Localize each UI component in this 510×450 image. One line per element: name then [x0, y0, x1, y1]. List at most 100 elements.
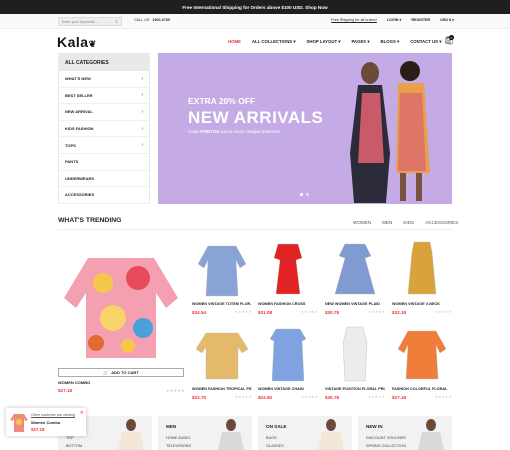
product-price: $22.70 [192, 395, 207, 400]
promo-text[interactable]: Free International Shipping for Orders a… [182, 5, 327, 10]
sidebar-item-underwears[interactable]: UNDERWEARS [59, 171, 149, 188]
product-image[interactable] [192, 323, 252, 383]
sidebar-item-whats-new[interactable]: WHAT'S NEW › [59, 71, 149, 88]
product-image[interactable] [325, 238, 385, 298]
nav-shop-layout[interactable]: SHOP LAYOUT ▾ [307, 39, 341, 45]
product-image[interactable] [192, 238, 252, 298]
sidebar-item-tops[interactable]: TOPS › [59, 137, 149, 154]
panel-link[interactable]: BAGS [266, 436, 277, 440]
tab-accessories[interactable]: ACCESSORIES [425, 220, 458, 225]
sidebar-item-new-arrival[interactable]: NEW ARRIVAL › [59, 104, 149, 121]
product-card[interactable]: WOMEN VINTAGE CHAIN $24.60 ★★★★★ [258, 323, 318, 400]
nav-blogs[interactable]: BLOGS ▾ [381, 39, 400, 45]
popup-product-name[interactable]: Women Combo [31, 420, 60, 425]
sidebar-item-accessories[interactable]: ACCESSORIES [59, 187, 149, 204]
register-link[interactable]: REGISTER [411, 18, 430, 22]
product-price: $32.18 [392, 310, 407, 315]
product-name[interactable]: WOMEN FASHION CROSS [258, 302, 318, 306]
panel-link[interactable]: BOTTOM [66, 444, 82, 448]
panel-link[interactable]: HOME AUDIO [166, 436, 190, 440]
product-name[interactable]: WOMEN COMBO [58, 380, 90, 385]
product-price: $27.18 [392, 395, 407, 400]
panel-link[interactable]: GLASSES [266, 444, 284, 448]
product-card[interactable]: FASHION COLORFUL FLORAL $27.18 ★★★★★ [392, 323, 452, 400]
sidebar-item-kids-fashion[interactable]: KIDS FASHION › [59, 121, 149, 138]
product-image[interactable] [325, 323, 385, 383]
category-panel[interactable]: ON SALE BAGS GLASSES [258, 416, 352, 450]
category-panel[interactable]: MEN HOME AUDIO TELEVISIONS [158, 416, 252, 450]
product-image[interactable] [258, 238, 318, 298]
product-image[interactable] [392, 323, 452, 383]
product-card[interactable]: NEW WOMEN VINTAGE PLAID $30.78 ★★★★★ [325, 238, 385, 315]
recent-viewing-popup[interactable]: Other customer are viewing Women Combo $… [6, 408, 86, 436]
free-shipping-link[interactable]: Free Shipping for all orders! [331, 18, 377, 22]
popup-label: Other customer are viewing [31, 413, 75, 417]
featured-product-image[interactable] [58, 238, 184, 364]
sidebar-item-label: NEW ARRIVAL [65, 109, 93, 115]
product-name[interactable]: WOMEN FASHION TROPICAL FR... [192, 387, 252, 391]
nav-pages-label: PAGES [351, 39, 367, 44]
hero-dot-active[interactable] [300, 193, 303, 196]
hero-subtitle: EXTRA 20% OFF [188, 96, 256, 106]
hero-dot[interactable] [306, 193, 309, 196]
logo[interactable]: Kala❦ [57, 34, 97, 50]
product-name[interactable]: WOMEN VINTAGE CHAIN [258, 387, 318, 391]
product-card[interactable]: WOMEN FASHION TROPICAL FR... $22.70 ★★★★★ [192, 323, 252, 400]
call-us: CALL US: 1900-6789 [134, 18, 170, 22]
sidebar-item-best-seller[interactable]: BEST SELLER › [59, 88, 149, 105]
product-image[interactable] [258, 323, 318, 383]
panel-title: NEW IN [366, 424, 383, 429]
currency-dropdown[interactable]: USD $ ▾ [440, 18, 454, 22]
tab-kids[interactable]: KIDS [403, 220, 414, 225]
product-card[interactable]: VINTAGE POSITION FLORAL PRI... $30.78 ★★★★… [325, 323, 385, 400]
call-label: CALL US: [134, 18, 151, 22]
tab-men[interactable]: MEN [382, 220, 392, 225]
product-name[interactable]: NEW WOMEN VINTAGE PLAID [325, 302, 385, 306]
nav-all-collections[interactable]: ALL COLLECTIONS ▾ [252, 39, 296, 45]
promo-bar: Free International Shipping for Orders a… [0, 0, 510, 14]
sidebar-item-pants[interactable]: PANTS [59, 154, 149, 171]
cart-count-badge: 0 [449, 35, 454, 40]
popup-product-thumb [10, 414, 28, 432]
chevron-right-icon: › [141, 125, 143, 132]
product-card[interactable]: WOMEN VINTAGE V-NECK $32.18 ★★★★★ [392, 238, 452, 315]
login-dropdown[interactable]: LOGIN ▾ [387, 18, 402, 22]
nav-pages[interactable]: PAGES ▾ [351, 39, 369, 45]
chevron-right-icon: › [141, 92, 143, 99]
featured-product-card[interactable]: 🛒 ADD TO CART WOMEN COMBO $27.18 ★★★★★ [58, 238, 184, 393]
close-icon[interactable]: ✕ [80, 410, 84, 416]
section-divider [58, 229, 452, 230]
trending-title: WHAT'S TRENDING [58, 217, 122, 224]
product-name[interactable]: FASHION COLORFUL FLORAL [392, 387, 452, 391]
cart-icon: 🛒 [103, 370, 109, 375]
product-image[interactable] [392, 238, 452, 298]
product-name[interactable]: VINTAGE POSITION FLORAL PRI... [325, 387, 385, 391]
product-card[interactable]: WOMEN FASHION CROSS $31.08 ★★★★★ [258, 238, 318, 315]
panel-link[interactable]: DISCOUNT VOUCHER [366, 436, 406, 440]
panel-model-image [418, 419, 444, 450]
hero-code-suffix: purus class congue praesent [221, 129, 280, 134]
nav-home[interactable]: HOME [228, 39, 241, 45]
sidebar-item-label: UNDERWEARS [65, 175, 95, 181]
popup-product-price: $27.18 [31, 427, 45, 432]
add-to-cart-button[interactable]: 🛒 ADD TO CART [58, 368, 184, 377]
hero-code-text: Code FORYOU purus class congue praesent [188, 129, 280, 134]
hero-banner[interactable]: EXTRA 20% OFF NEW ARRIVALS Code FORYOU p… [158, 53, 452, 204]
nav-contact[interactable]: CONTACT US ▾ [410, 39, 441, 45]
search-icon[interactable]: ⌕ [115, 19, 118, 25]
rating-stars: ★★★★★ [367, 395, 385, 399]
product-name[interactable]: WOMEN VINTAGE V-NECK [392, 302, 452, 306]
hero-pagination [300, 193, 309, 196]
panel-link[interactable]: TOP [66, 436, 74, 440]
tab-women[interactable]: WOMEN [353, 220, 371, 225]
login-label: LOGIN [386, 18, 399, 22]
rating-stars: ★★★★★ [434, 395, 452, 399]
category-panel[interactable]: NEW IN DISCOUNT VOUCHER SPRING COLLECTION [358, 416, 452, 450]
logo-mark-icon: ❦ [88, 39, 97, 49]
panel-link[interactable]: SPRING COLLECTION [366, 444, 406, 448]
panel-link[interactable]: TELEVISIONS [166, 444, 191, 448]
search-input[interactable]: Enter your keywords ... ⌕ [58, 17, 122, 26]
product-name[interactable]: WOMEN VINTAGE TOTEM FLOR... [192, 302, 252, 306]
logo-text: Kala [57, 34, 89, 50]
product-card[interactable]: WOMEN VINTAGE TOTEM FLOR... $34.54 ★★★★★ [192, 238, 252, 315]
